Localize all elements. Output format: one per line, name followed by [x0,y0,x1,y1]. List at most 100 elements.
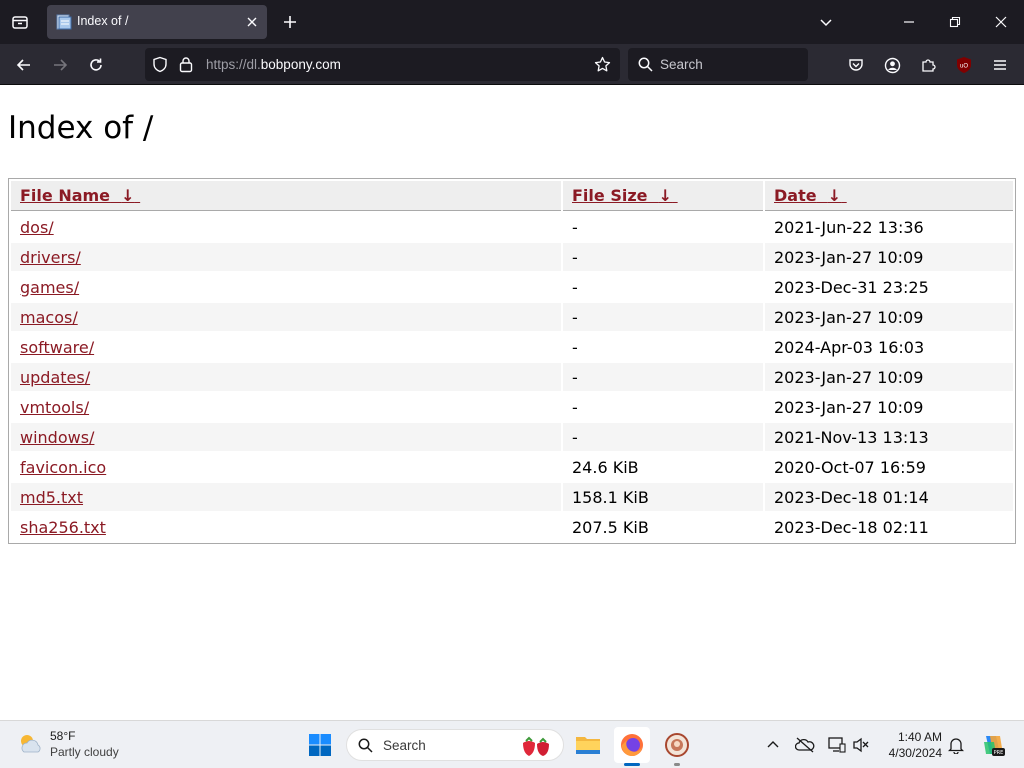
file-date-cell: 2023-Dec-31 23:25 [765,273,1013,301]
file-size-cell: 158.1 KiB [563,483,763,511]
sort-by-date-link[interactable]: Date ↓ [774,186,847,205]
file-table: File Name ↓ File Size ↓ Date ↓ dos/ - 20… [9,179,1015,543]
windows-taskbar: 58°F Partly cloudy Search 1:40 AM 4/30/2… [0,720,1024,768]
url-scheme: https://dl. [206,57,261,72]
tab-bar: Index of / [0,0,1024,44]
table-row: vmtools/ - 2023-Jan-27 10:09 [11,393,1013,421]
file-date-cell: 2021-Jun-22 13:36 [765,213,1013,241]
file-link[interactable]: software/ [20,338,94,357]
firefox-icon[interactable] [614,727,650,763]
chevron-down-icon[interactable] [812,8,840,36]
back-arrow-icon[interactable] [10,51,38,79]
file-size-cell: 24.6 KiB [563,453,763,481]
file-link[interactable]: favicon.ico [20,458,106,477]
column-name-label: File Name [20,186,111,205]
file-date-cell: 2023-Jan-27 10:09 [765,363,1013,391]
taskbar-search-box[interactable]: Search [346,729,564,761]
onedrive-offline-icon[interactable] [794,734,816,756]
partly-cloudy-weather-icon[interactable] [16,730,44,758]
address-bar[interactable]: https://dl.bobpony.com [145,48,620,81]
search-bar[interactable]: Search [628,48,808,81]
column-header-name: File Name ↓ [11,181,561,211]
reload-icon[interactable] [82,51,110,79]
table-row: sha256.txt 207.5 KiB 2023-Dec-18 02:11 [11,513,1013,541]
file-link[interactable]: vmtools/ [20,398,89,417]
file-size-cell: - [563,213,763,241]
bobpony-app-icon[interactable] [659,727,695,763]
file-name-cell: software/ [11,333,561,361]
weather-condition[interactable]: Partly cloudy [50,745,119,759]
start-windows-icon[interactable] [306,731,334,759]
pocket-icon[interactable] [842,51,870,79]
file-name-cell: vmtools/ [11,393,561,421]
file-date-cell: 2021-Nov-13 13:13 [765,423,1013,451]
close-window-icon[interactable] [987,8,1015,36]
file-date-cell: 2024-Apr-03 16:03 [765,333,1013,361]
sort-by-size-link[interactable]: File Size ↓ [572,186,678,205]
bookmark-star-icon[interactable] [594,56,611,77]
restore-icon[interactable] [941,8,969,36]
forward-arrow-icon[interactable] [46,51,74,79]
file-link[interactable]: windows/ [20,428,94,447]
file-date-cell: 2023-Dec-18 02:11 [765,513,1013,541]
taskbar-search-placeholder: Search [383,738,426,753]
file-link[interactable]: md5.txt [20,488,83,507]
file-size-cell: - [563,363,763,391]
file-name-cell: dos/ [11,213,561,241]
sort-arrow-icon: ↓ [121,186,135,205]
file-size-cell: - [563,303,763,331]
table-row: dos/ - 2021-Jun-22 13:36 [11,213,1013,241]
hamburger-menu-icon[interactable] [986,51,1014,79]
notification-bell-icon[interactable] [945,734,967,756]
new-tab-icon[interactable] [279,11,301,33]
sort-arrow-icon: ↓ [658,186,673,205]
table-row: favicon.ico 24.6 KiB 2020-Oct-07 16:59 [11,453,1013,481]
file-size-cell: - [563,333,763,361]
network-monitor-icon[interactable] [826,734,848,756]
copilot-preview-icon[interactable]: PRE [980,732,1006,758]
close-tab-icon[interactable] [243,13,261,31]
search-icon [638,57,653,76]
file-link[interactable]: games/ [20,278,79,297]
weather-temperature[interactable]: 58°F [50,729,75,743]
search-icon [358,738,373,757]
search-placeholder: Search [660,57,703,72]
running-app-indicator [674,763,680,766]
column-size-label: File Size [572,186,648,205]
sort-arrow-icon: ↓ [827,186,842,205]
file-date-cell: 2023-Jan-27 10:09 [765,303,1013,331]
file-link[interactable]: macos/ [20,308,78,327]
strawberries-icon [519,735,555,761]
page-title: Index of / [8,110,154,146]
minimize-icon[interactable] [895,8,923,36]
file-date-cell: 2020-Oct-07 16:59 [765,453,1013,481]
file-link[interactable]: sha256.txt [20,518,106,537]
url-text[interactable]: https://dl.bobpony.com [206,57,341,72]
extensions-puzzle-icon[interactable] [914,51,942,79]
account-icon[interactable] [878,51,906,79]
page-content: Index of / File Name ↓ File Size ↓ Date … [0,85,1024,720]
lock-icon[interactable] [179,56,193,77]
tab-index[interactable]: Index of / [47,5,267,39]
column-header-date: Date ↓ [765,181,1013,211]
ublock-origin-icon[interactable]: uO [950,51,978,79]
file-link[interactable]: updates/ [20,368,90,387]
column-date-label: Date [774,186,817,205]
file-link[interactable]: dos/ [20,218,54,237]
site-favicon-icon [56,14,72,30]
file-explorer-icon[interactable] [570,727,606,763]
list-all-tabs-icon[interactable] [6,8,34,36]
speaker-muted-icon[interactable] [850,734,872,756]
file-size-cell: 207.5 KiB [563,513,763,541]
directory-listing: File Name ↓ File Size ↓ Date ↓ dos/ - 20… [8,178,1016,544]
file-link[interactable]: drivers/ [20,248,81,267]
file-name-cell: drivers/ [11,243,561,271]
file-name-cell: macos/ [11,303,561,331]
tracking-protection-shield-icon[interactable] [152,56,168,77]
show-hidden-icons-chevron-up-icon[interactable] [762,734,784,756]
table-row: md5.txt 158.1 KiB 2023-Dec-18 01:14 [11,483,1013,511]
sort-by-name-link[interactable]: File Name ↓ [20,186,140,205]
clock-date[interactable]: 4/30/2024 [872,746,942,760]
clock-time[interactable]: 1:40 AM [880,730,942,744]
navigation-toolbar: https://dl.bobpony.com Search uO [0,44,1024,85]
